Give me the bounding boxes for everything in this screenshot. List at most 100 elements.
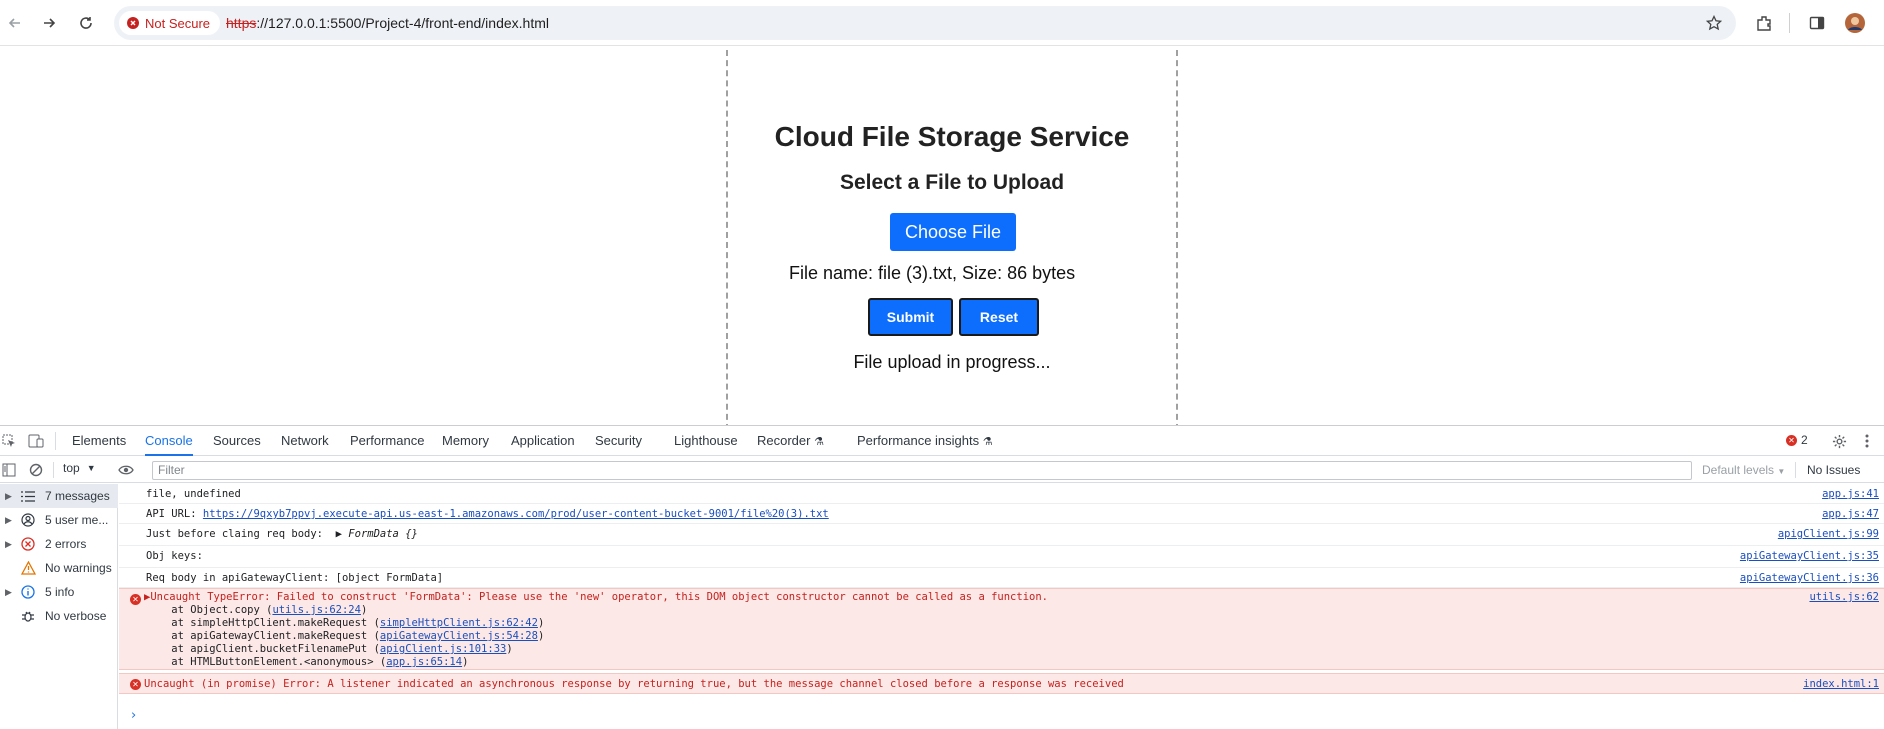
message-text: file, undefined [146,488,241,500]
tab-recorder[interactable]: Recorder ⚗ [757,426,824,456]
console-message: API URL: https://9qxyb7ppvj.execute-api.… [119,504,1884,524]
stack-frame: at apiGatewayClient.makeRequest (apiGate… [146,630,545,642]
tab-sources[interactable]: Sources [213,426,261,456]
message-text: API URL: [146,508,203,520]
message-source-link[interactable]: apiGatewayClient.js:36 [1740,572,1879,584]
message-source-link[interactable]: utils.js:62 [1809,591,1879,603]
upload-container: Cloud File Storage Service Select a File… [726,50,1178,425]
tab-console[interactable]: Console [145,426,193,456]
issues-button[interactable]: No Issues [1807,463,1860,477]
address-bar[interactable]: Not Secure https://127.0.0.1:5500/Projec… [114,6,1736,40]
error-text[interactable]: Uncaught (in promise) Error: A listener … [144,678,1124,690]
profile-avatar[interactable] [1843,11,1867,35]
console-message: Obj keys: apiGatewayClient.js:35 [119,546,1884,568]
star-icon[interactable] [1702,11,1726,35]
dropdown-arrow-icon: ▼ [86,463,96,473]
stack-frame-link[interactable]: simpleHttpClient.js:62:42 [380,617,538,629]
tab-performance-insights[interactable]: Performance insights ⚗ [857,426,993,456]
tab-recorder-label: Recorder [757,433,811,448]
error-counter[interactable]: ✕ 2 [1786,433,1808,447]
api-url-link[interactable]: https://9qxyb7ppvj.execute-api.us-east-1… [203,508,829,520]
message-source-link[interactable]: app.js:47 [1822,508,1879,520]
stack-frame: at simpleHttpClient.makeRequest (simpleH… [146,617,545,629]
expand-arrow-icon: ▶ [5,514,12,525]
console-filter-input[interactable]: Filter [152,461,1692,480]
security-chip[interactable]: Not Secure [119,11,221,35]
message-text: Just before claing req body: ▶ [146,528,349,540]
url-text[interactable]: https://127.0.0.1:5500/Project-4/front-e… [226,15,549,31]
choose-file-button[interactable]: Choose File [890,213,1016,251]
forward-icon[interactable] [37,11,61,35]
reload-icon[interactable] [74,11,98,35]
sidebar-item-messages[interactable]: ▶ 7 messages [0,484,118,508]
stack-frame-link[interactable]: apigClient.js:101:33 [380,643,506,655]
message-source-link[interactable]: app.js:41 [1822,488,1879,500]
message-text: Req body in apiGatewayClient: [object Fo… [146,572,444,584]
error-count: 2 [1801,433,1808,447]
submit-button[interactable]: Submit [868,298,953,336]
message-source-link[interactable]: apigClient.js:99 [1778,528,1879,540]
console-prompt[interactable]: › [131,708,136,723]
console-message: file, undefined app.js:41 [119,484,1884,504]
error-circle-icon [19,537,37,551]
reset-button[interactable]: Reset [959,298,1039,336]
stack-frame-link[interactable]: apiGatewayClient.js:54:28 [380,630,538,642]
device-toolbar-icon[interactable] [28,433,44,449]
sidebar-toggle-icon[interactable] [1,462,17,478]
flask-icon: ⚗ [814,436,824,448]
console-message: Req body in apiGatewayClient: [object Fo… [119,568,1884,588]
warning-triangle-icon [19,561,37,575]
tab-elements[interactable]: Elements [72,426,126,456]
expand-arrow-icon: ▶ [5,586,12,597]
sidebar-item-warnings[interactable]: No warnings [0,556,118,580]
sidebar-item-label: No verbose [45,609,107,623]
expand-arrow-icon: ▶ [5,490,12,501]
file-info: File name: file (3).txt, Size: 86 bytes [789,263,1076,283]
stack-frame: at Object.copy (utils.js:62:24) [146,604,368,616]
url-scheme: https [226,15,257,31]
context-selector[interactable]: top ▼ [63,461,96,475]
console-toolbar: top ▼ Filter Default levels ▼ No Issues [0,457,1884,483]
sidebar-item-verbose[interactable]: No verbose [0,604,118,628]
settings-gear-icon[interactable] [1831,433,1847,449]
tab-performance[interactable]: Performance [350,426,424,456]
clear-console-icon[interactable] [28,462,44,478]
tab-memory[interactable]: Memory [442,426,489,456]
message-source-link[interactable]: index.html:1 [1803,678,1879,690]
sidebar-item-errors[interactable]: ▶ 2 errors [0,532,118,556]
sidebar-item-info[interactable]: ▶ 5 info [0,580,118,604]
back-icon[interactable] [3,11,27,35]
log-levels-dropdown[interactable]: Default levels ▼ [1702,463,1785,477]
side-panel-icon[interactable] [1805,11,1829,35]
tab-security[interactable]: Security [595,426,642,456]
console-error-message: ✕ Uncaught (in promise) Error: A listene… [119,673,1884,694]
error-icon: ✕ [130,679,141,690]
stack-frame: at apigClient.bucketFilenamePut (apigCli… [146,643,513,655]
formdata-object[interactable]: FormData {} [348,528,418,540]
error-icon: ✕ [1786,434,1797,446]
expand-arrow-icon: ▶ [5,538,12,549]
live-expression-eye-icon[interactable] [118,462,134,478]
extensions-icon[interactable] [1752,11,1776,35]
stack-frame: at HTMLButtonElement.<anonymous> (app.js… [146,656,469,668]
tab-network[interactable]: Network [281,426,329,456]
devtools-panel: Elements Console Sources Network Perform… [0,425,1884,729]
more-options-icon[interactable] [1859,433,1875,449]
error-text[interactable]: ▶Uncaught TypeError: Failed to construct… [144,591,1048,603]
tab-lighthouse[interactable]: Lighthouse [674,426,738,456]
tab-application[interactable]: Application [511,426,575,456]
sidebar-item-user-messages[interactable]: ▶ 5 user me... [0,508,118,532]
message-text: Obj keys: [146,550,203,562]
message-source-link[interactable]: apiGatewayClient.js:35 [1740,550,1879,562]
stack-frame-link[interactable]: app.js:65:14 [386,656,462,668]
warning-icon [127,17,139,29]
inspect-element-icon[interactable] [1,433,17,449]
context-value: top [63,461,80,475]
user-icon [19,513,37,527]
console-message: Just before claing req body: ▶ FormData … [119,524,1884,546]
page-subtitle: Select a File to Upload [839,171,1065,194]
url-path: ://127.0.0.1:5500/Project-4/front-end/in… [256,15,549,31]
sidebar-item-label: No warnings [45,561,112,575]
sidebar-item-label: 5 info [45,585,75,599]
stack-frame-link[interactable]: utils.js:62:24 [272,604,361,616]
